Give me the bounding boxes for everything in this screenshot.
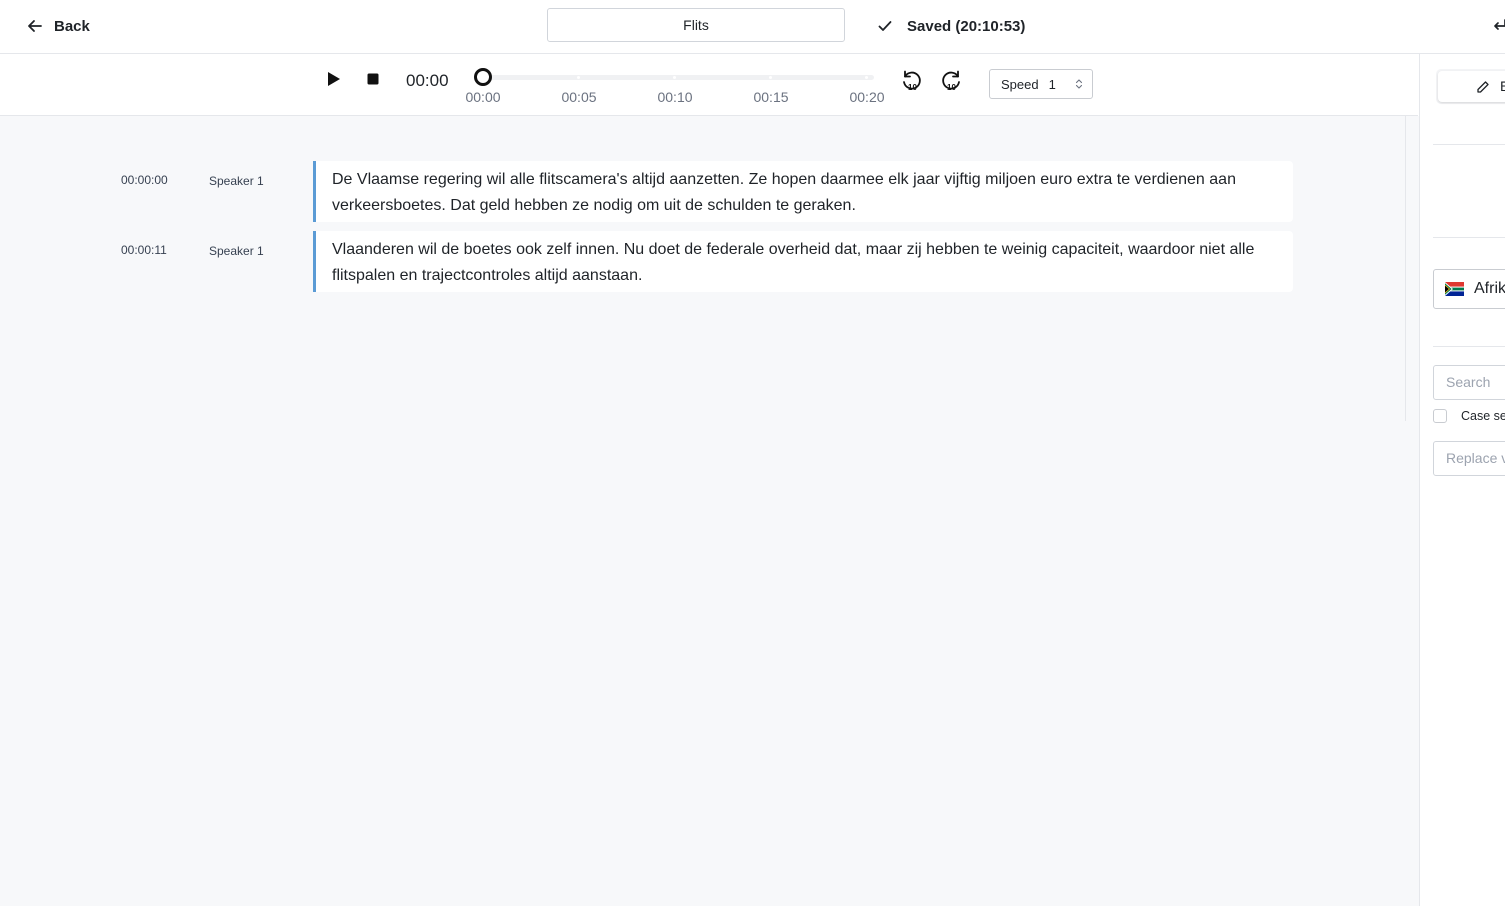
south-africa-flag-icon [1445,282,1464,296]
mode-tabs: E [1436,69,1505,104]
tick-dot [673,76,676,79]
tick-label: 00:05 [561,89,597,105]
tick-label: 00:10 [657,89,693,105]
language-label: Afrik [1474,280,1505,297]
saved-status-text: Saved (20:10:53) [907,17,1026,35]
forward-10-icon[interactable]: 10 [938,68,964,94]
scrollbar-track[interactable] [1405,116,1419,906]
tick-dot [577,76,580,79]
play-icon[interactable] [323,69,343,89]
divider-line [1405,116,1406,421]
pencil-icon [1477,81,1489,93]
right-panel: E Afrik Search Case se Replace v [1419,54,1505,906]
case-sensitive-checkbox[interactable] [1433,409,1447,423]
enter-icon[interactable] [1490,16,1505,36]
rewind-10-icon[interactable]: 10 [899,68,925,94]
seek-thumb[interactable] [474,68,492,86]
document-title-input[interactable]: Flits [547,8,845,42]
panel-divider [1433,346,1505,347]
svg-text:10: 10 [908,83,917,92]
saved-status: Saved (20:10:53) [877,14,1025,38]
svg-text:10: 10 [947,83,956,92]
tab-edit-label: E [1500,78,1505,94]
speed-label: Speed [1001,76,1039,92]
segment-text[interactable]: De Vlaamse regering wil alle flitscamera… [313,161,1293,222]
tick-dot [865,76,868,79]
tick-label: 00:15 [753,89,789,105]
tick-dot [769,76,772,79]
tick-label: 00:00 [465,89,501,105]
segment-speaker[interactable]: Speaker 1 [209,244,264,258]
segment-timestamp[interactable]: 00:00:11 [121,243,167,257]
segment-timestamp[interactable]: 00:00:00 [121,173,168,187]
check-icon [878,21,892,31]
segment-speaker[interactable]: Speaker 1 [209,174,264,188]
back-button[interactable]: Back [26,14,90,38]
segment-text[interactable]: Vlaanderen wil de boetes ook zelf innen.… [313,231,1293,292]
back-label: Back [54,17,90,35]
audio-player: 00:00 00:00 00:05 00:10 00:15 00:20 10 1… [0,54,1418,116]
panel-divider [1433,144,1505,145]
replace-input[interactable]: Replace v [1433,441,1505,476]
transcript-area: 00:00:00 Speaker 1 De Vlaamse regering w… [0,116,1405,906]
language-select[interactable]: Afrik [1433,269,1505,309]
current-time: 00:00 [406,71,449,90]
seek-track[interactable] [482,75,874,80]
tab-edit[interactable]: E [1438,71,1505,102]
arrow-left-icon [28,20,42,32]
speed-value: 1 [1048,76,1056,92]
tick-label: 00:20 [849,89,885,105]
stop-icon[interactable] [364,70,382,88]
panel-divider [1433,237,1505,238]
top-header: Back Flits Saved (20:10:53) [0,0,1505,54]
speed-select[interactable]: Speed 1 [989,69,1093,99]
chevron-up-down-icon [1075,79,1083,89]
search-input[interactable]: Search [1433,365,1505,400]
case-sensitive-label: Case se [1461,409,1505,423]
